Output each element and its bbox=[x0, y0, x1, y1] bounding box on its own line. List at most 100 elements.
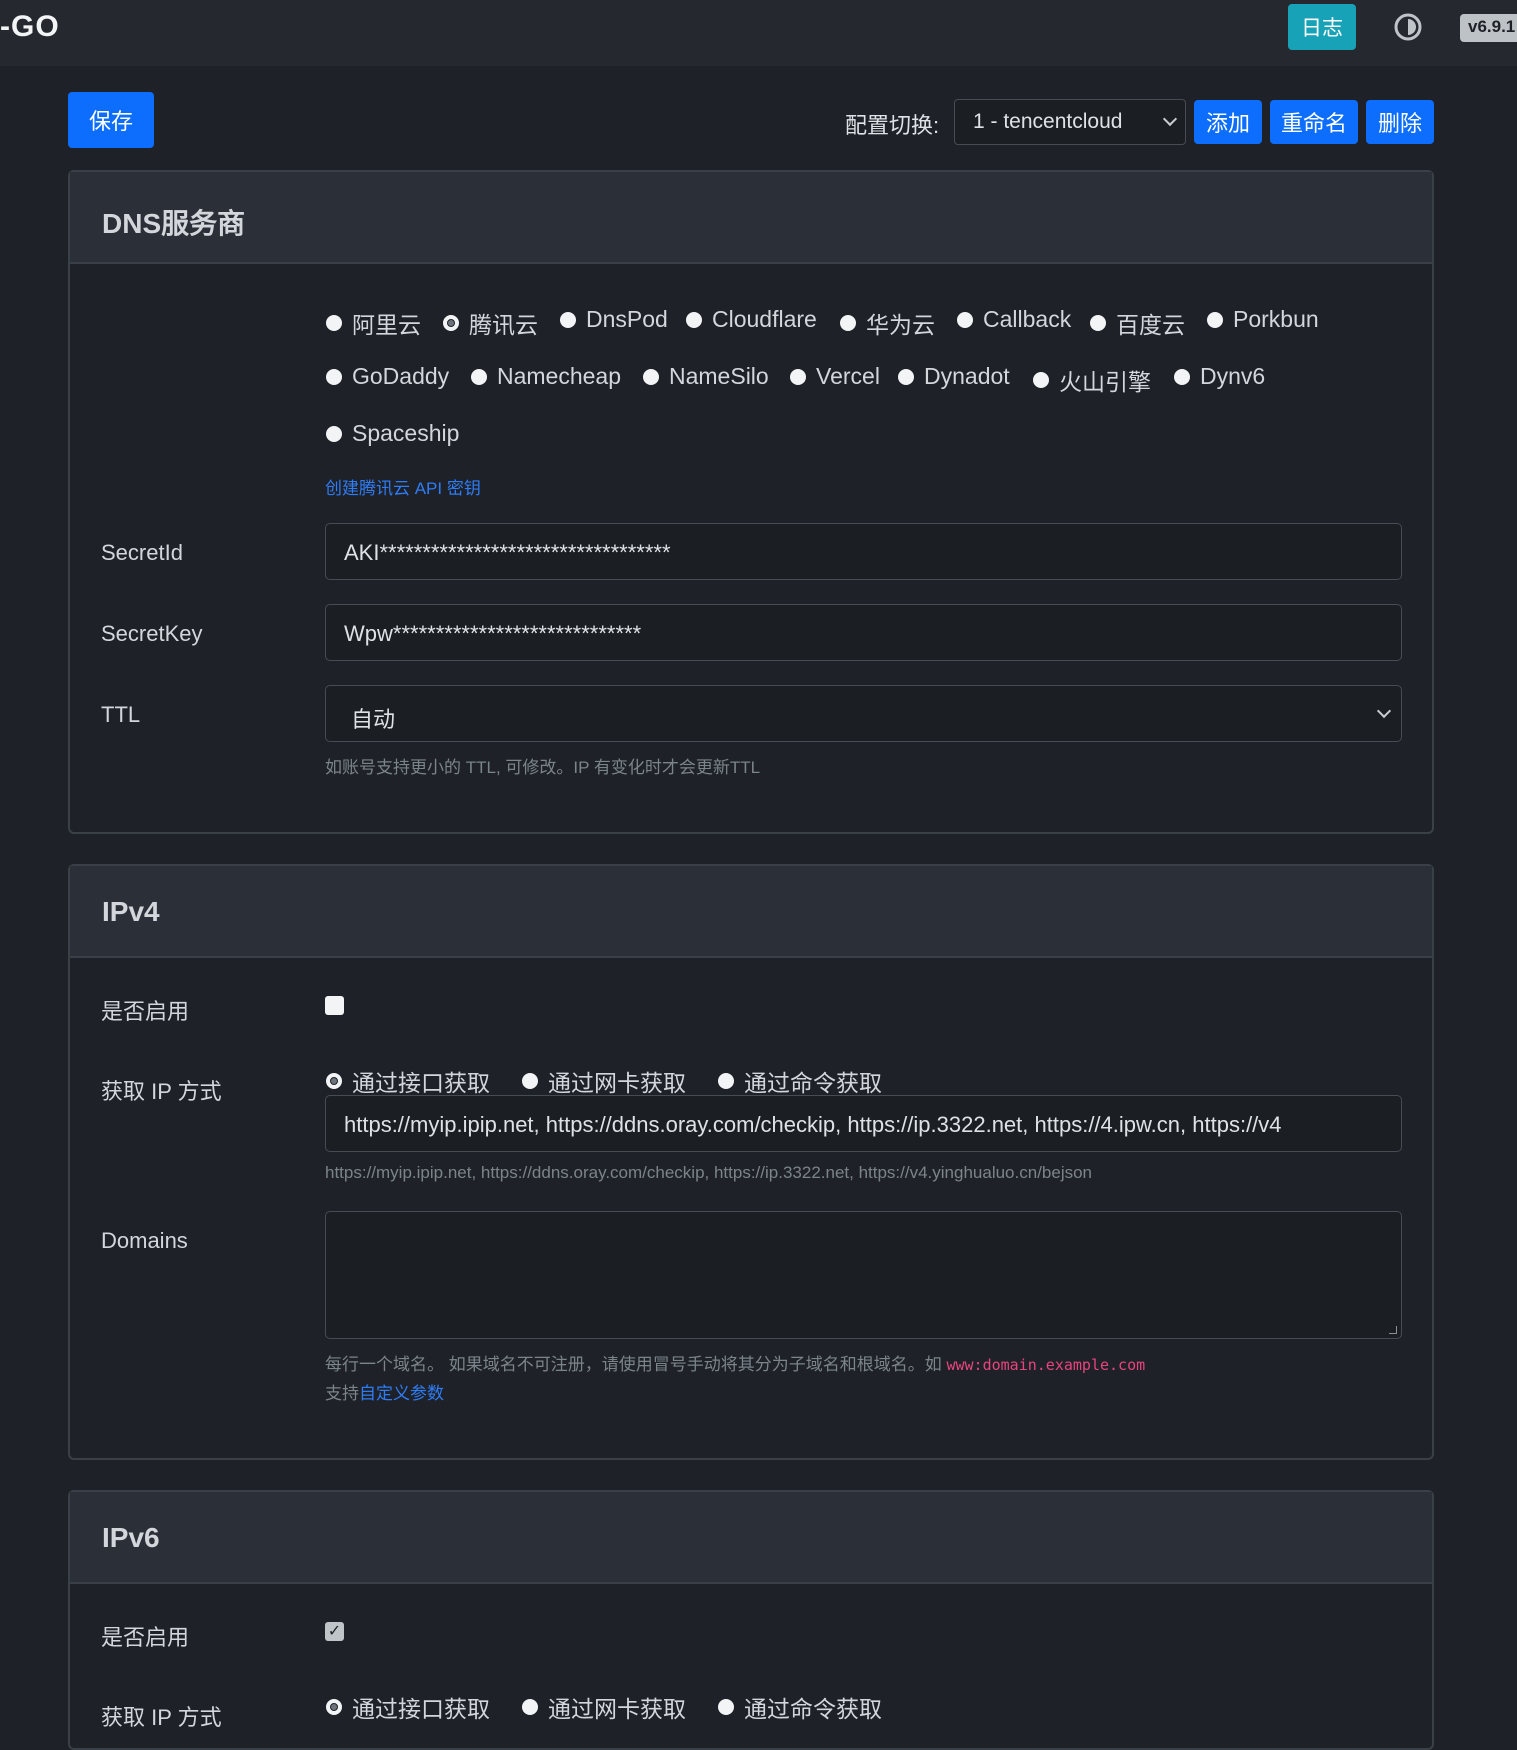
provider-radio-aliyun[interactable]: 阿里云 bbox=[326, 306, 421, 340]
add-config-button[interactable]: 添加 bbox=[1194, 100, 1262, 144]
provider-radio-baidu[interactable]: 百度云 bbox=[1090, 306, 1185, 340]
provider-radio-dynv6[interactable]: Dynv6 bbox=[1174, 363, 1265, 390]
provider-radio-porkbun[interactable]: Porkbun bbox=[1207, 306, 1319, 333]
ipv6-method-radio-netif[interactable]: 通过网卡获取 bbox=[522, 1690, 686, 1724]
radio-icon bbox=[718, 1073, 734, 1089]
radio-icon bbox=[1033, 372, 1049, 388]
radio-label: Vercel bbox=[816, 363, 880, 389]
radio-label: 通过接口获取 bbox=[352, 1696, 490, 1722]
ipv6-method-label: 获取 IP 方式 bbox=[101, 1705, 222, 1730]
ipv4-enable-checkbox[interactable] bbox=[325, 996, 344, 1015]
radio-icon bbox=[1174, 368, 1190, 385]
radio-label: 通过命令获取 bbox=[744, 1070, 882, 1096]
ipv4-custom-params-help: 支持自定义参数 bbox=[325, 1384, 444, 1403]
radio-icon bbox=[471, 368, 487, 385]
radio-selected-icon bbox=[326, 1699, 342, 1715]
radio-label: Namecheap bbox=[497, 363, 622, 389]
radio-icon bbox=[326, 425, 342, 442]
provider-radio-namecheap[interactable]: Namecheap bbox=[471, 363, 621, 390]
config-select-value: 1 - tencentcloud bbox=[973, 110, 1123, 133]
radio-label: 通过网卡获取 bbox=[548, 1696, 686, 1722]
ipv4-url-help: https://myip.ipip.net, https://ddns.oray… bbox=[325, 1163, 1093, 1182]
top-navbar: -GO 日志 v6.9.1 bbox=[0, 0, 1517, 66]
custom-params-link[interactable]: 自定义参数 bbox=[359, 1384, 444, 1403]
secret-key-label: SecretKey bbox=[101, 621, 203, 646]
ipv4-domains-label: Domains bbox=[101, 1228, 188, 1253]
config-switch-label: 配置切换: bbox=[845, 113, 940, 138]
radio-label: DnsPod bbox=[586, 306, 668, 332]
rename-config-button[interactable]: 重命名 bbox=[1270, 100, 1358, 144]
radio-icon bbox=[898, 368, 914, 385]
domain-example-code: www:domain.example.com bbox=[946, 1356, 1146, 1374]
radio-icon bbox=[686, 311, 702, 328]
provider-radio-spaceship[interactable]: Spaceship bbox=[326, 420, 459, 447]
chevron-down-icon bbox=[1162, 111, 1178, 127]
radio-label: 通过网卡获取 bbox=[548, 1070, 686, 1096]
radio-label: 百度云 bbox=[1116, 312, 1185, 338]
ipv4-enable-label: 是否启用 bbox=[101, 999, 190, 1024]
resize-handle-icon[interactable] bbox=[1389, 1326, 1397, 1334]
provider-radio-namesilo[interactable]: NameSilo bbox=[643, 363, 769, 390]
ipv4-card-title: IPv4 bbox=[70, 866, 1432, 958]
radio-selected-icon bbox=[443, 315, 459, 331]
radio-selected-icon bbox=[326, 1073, 342, 1089]
radio-label: Porkbun bbox=[1233, 306, 1319, 332]
ttl-select-value: 自动 bbox=[351, 707, 396, 732]
delete-config-button[interactable]: 删除 bbox=[1366, 100, 1434, 144]
radio-label: Cloudflare bbox=[712, 306, 817, 332]
provider-radio-volcengine[interactable]: 火山引擎 bbox=[1033, 363, 1151, 397]
log-button[interactable]: 日志 bbox=[1288, 4, 1356, 50]
ipv4-method-radio-cmd[interactable]: 通过命令获取 bbox=[718, 1064, 882, 1098]
radio-icon bbox=[326, 315, 342, 331]
radio-icon bbox=[326, 368, 342, 385]
radio-label: 通过接口获取 bbox=[352, 1070, 490, 1096]
radio-icon bbox=[522, 1073, 538, 1089]
ipv6-enable-checkbox[interactable]: ✓ bbox=[325, 1622, 344, 1641]
radio-label: Dynv6 bbox=[1200, 363, 1266, 389]
radio-icon bbox=[522, 1699, 538, 1715]
ipv4-url-input[interactable]: https://myip.ipip.net, https://ddns.oray… bbox=[325, 1095, 1402, 1152]
dns-card-title: DNS服务商 bbox=[70, 172, 1432, 264]
radio-label: 火山引擎 bbox=[1059, 369, 1151, 395]
radio-label: NameSilo bbox=[669, 363, 769, 389]
secret-key-input[interactable]: Wpw***************************** bbox=[325, 604, 1402, 661]
ttl-help-text: 如账号支持更小的 TTL, 可修改。IP 有变化时才会更新TTL bbox=[325, 758, 761, 777]
provider-radio-huawei[interactable]: 华为云 bbox=[840, 306, 935, 340]
ipv4-domains-help: 每行一个域名。 如果域名不可注册，请使用冒号手动将其分为子域名和根域名。如 ww… bbox=[325, 1355, 1146, 1374]
radio-label: GoDaddy bbox=[352, 363, 450, 389]
radio-icon bbox=[1090, 315, 1106, 331]
radio-icon bbox=[560, 311, 576, 328]
api-key-link[interactable]: 创建腾讯云 API 密钥 bbox=[325, 474, 481, 499]
config-select[interactable]: 1 - tencentcloud bbox=[954, 99, 1186, 145]
radio-label: 阿里云 bbox=[352, 312, 421, 338]
ipv6-method-radio-cmd[interactable]: 通过命令获取 bbox=[718, 1690, 882, 1724]
ipv6-card-title: IPv6 bbox=[70, 1492, 1432, 1584]
provider-radio-vercel[interactable]: Vercel bbox=[790, 363, 880, 390]
radio-icon bbox=[840, 315, 856, 331]
radio-label: 通过命令获取 bbox=[744, 1696, 882, 1722]
provider-radio-callback[interactable]: Callback bbox=[957, 306, 1071, 333]
chevron-down-icon bbox=[1376, 703, 1392, 719]
secret-id-label: SecretId bbox=[101, 540, 183, 565]
radio-icon bbox=[643, 368, 659, 385]
provider-radio-godaddy[interactable]: GoDaddy bbox=[326, 363, 449, 390]
ipv4-domains-textarea[interactable] bbox=[325, 1211, 1402, 1339]
ttl-label: TTL bbox=[101, 702, 141, 727]
ipv4-method-radio-url[interactable]: 通过接口获取 bbox=[326, 1064, 490, 1098]
radio-label: 华为云 bbox=[866, 312, 935, 338]
secret-id-input[interactable]: AKI********************************** bbox=[325, 523, 1402, 580]
radio-label: Callback bbox=[983, 306, 1072, 332]
version-badge: v6.9.1 bbox=[1460, 14, 1517, 42]
radio-icon bbox=[1207, 311, 1223, 328]
provider-radio-cloudflare[interactable]: Cloudflare bbox=[686, 306, 817, 333]
ipv4-method-label: 获取 IP 方式 bbox=[101, 1079, 222, 1104]
ipv6-method-radio-url[interactable]: 通过接口获取 bbox=[326, 1690, 490, 1724]
ipv4-method-radio-netif[interactable]: 通过网卡获取 bbox=[522, 1064, 686, 1098]
theme-toggle-icon[interactable] bbox=[1393, 12, 1423, 42]
radio-icon bbox=[718, 1699, 734, 1715]
save-button[interactable]: 保存 bbox=[68, 92, 154, 148]
ttl-select[interactable]: 自动 bbox=[325, 685, 1402, 742]
provider-radio-dnspod[interactable]: DnsPod bbox=[560, 306, 668, 333]
provider-radio-tencent[interactable]: 腾讯云 bbox=[443, 306, 538, 340]
provider-radio-dynadot[interactable]: Dynadot bbox=[898, 363, 1010, 390]
